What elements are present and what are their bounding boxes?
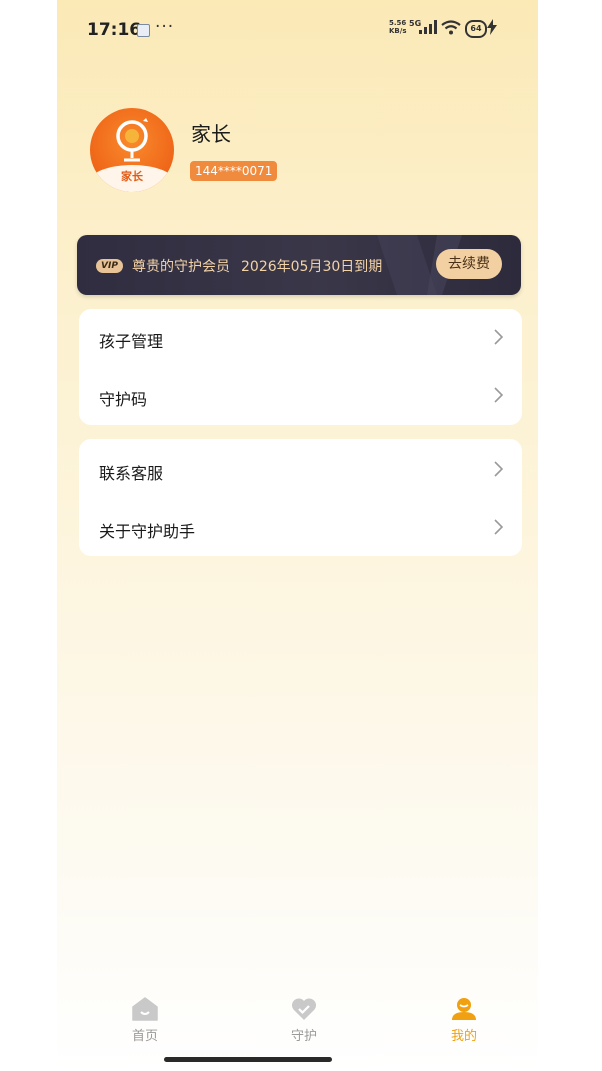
notification-app-icon bbox=[137, 24, 150, 37]
home-icon bbox=[132, 997, 158, 1021]
tab-label: 守护 bbox=[290, 1029, 317, 1044]
tab-guard[interactable]: 守护 bbox=[254, 990, 354, 1050]
profile-icon bbox=[452, 998, 476, 1020]
renew-button[interactable]: 去续费 bbox=[436, 249, 502, 279]
menu-card-support: 联系客服 关于守护助手 bbox=[79, 439, 522, 556]
signal-icon bbox=[419, 20, 437, 34]
menu-item-guard-code[interactable]: 守护码 bbox=[79, 367, 522, 425]
app-screen: 17:16 ··· 5.56 KB/s 5G 64 家长 家长 144****0… bbox=[57, 0, 538, 1071]
battery-icon: 64 bbox=[465, 20, 487, 38]
wifi-icon bbox=[441, 20, 461, 35]
chevron-right-icon bbox=[494, 461, 503, 477]
vip-membership-card[interactable]: VIP 尊贵的守护会员 2026年05月30日到期 去续费 bbox=[77, 235, 521, 295]
menu-item-contact-support[interactable]: 联系客服 bbox=[79, 441, 522, 499]
heart-icon bbox=[291, 998, 317, 1020]
status-time: 17:16 bbox=[87, 20, 142, 40]
menu-item-about[interactable]: 关于守护助手 bbox=[79, 499, 522, 557]
user-name: 家长 bbox=[191, 122, 231, 146]
menu-item-label: 关于守护助手 bbox=[99, 522, 196, 541]
avatar[interactable]: 家长 bbox=[90, 108, 174, 192]
vip-badge: VIP bbox=[96, 259, 123, 273]
tab-me[interactable]: 我的 bbox=[414, 990, 514, 1050]
phone-number-badge: 144****0071 bbox=[190, 161, 278, 181]
bottom-tab-bar: 首页 守护 我的 bbox=[57, 990, 538, 1050]
charging-icon bbox=[487, 19, 497, 35]
vip-title: 尊贵的守护会员 bbox=[132, 259, 230, 275]
avatar-label: 家长 bbox=[90, 165, 174, 192]
home-indicator[interactable] bbox=[164, 1057, 332, 1062]
vip-expiry-date: 2026年05月30日到期 bbox=[241, 259, 383, 275]
menu-item-label: 联系客服 bbox=[99, 464, 164, 483]
chevron-right-icon bbox=[494, 519, 503, 535]
more-notifications-icon: ··· bbox=[155, 17, 175, 37]
trophy-logo-icon bbox=[116, 118, 148, 162]
menu-item-child-management[interactable]: 孩子管理 bbox=[79, 309, 522, 367]
tab-home[interactable]: 首页 bbox=[95, 990, 195, 1050]
net-speed: 5.56 KB/s bbox=[389, 19, 407, 35]
status-indicators: 5.56 KB/s 5G 64 bbox=[389, 16, 509, 40]
chevron-right-icon bbox=[494, 329, 503, 345]
tab-label: 我的 bbox=[450, 1029, 477, 1044]
menu-item-label: 守护码 bbox=[99, 390, 148, 409]
chevron-right-icon bbox=[494, 387, 503, 403]
menu-item-label: 孩子管理 bbox=[99, 332, 164, 351]
menu-card-child: 孩子管理 守护码 bbox=[79, 309, 522, 425]
tab-label: 首页 bbox=[131, 1029, 158, 1044]
